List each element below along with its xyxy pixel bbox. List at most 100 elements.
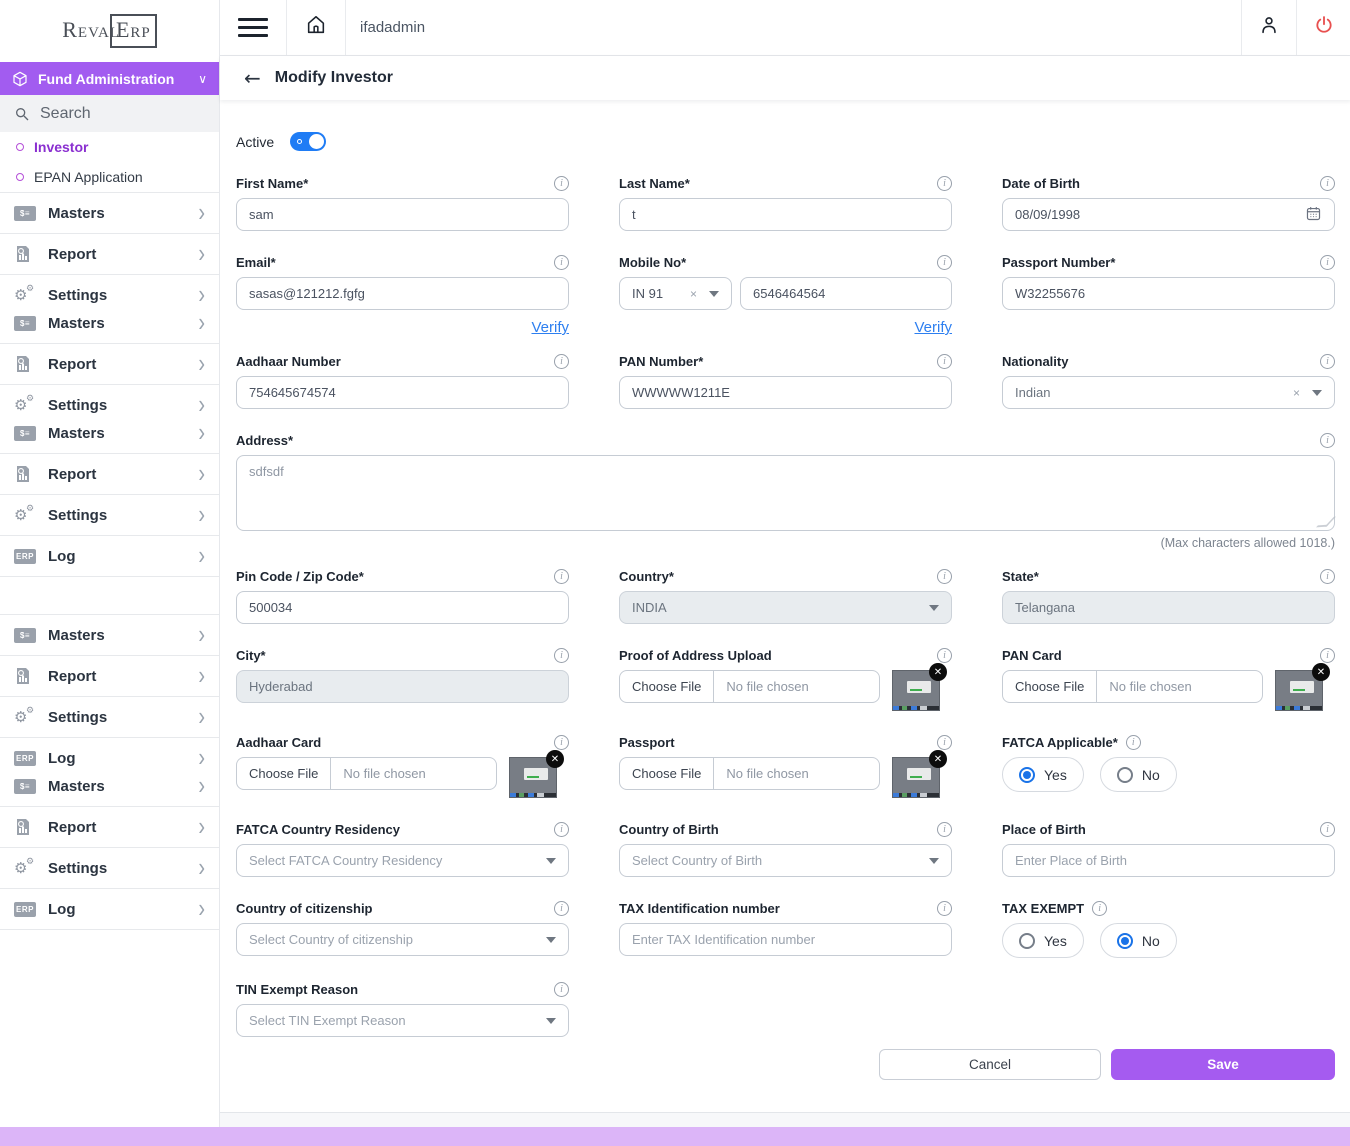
menu-toggle-button[interactable] xyxy=(220,0,287,55)
clear-icon[interactable]: × xyxy=(1293,386,1312,400)
pan-card-thumbnail[interactable]: ✕ xyxy=(1275,670,1323,711)
sidebar-item-report[interactable]: Report› xyxy=(0,460,219,488)
home-button[interactable] xyxy=(287,0,346,55)
pan-number-input[interactable]: WWWWW1211E xyxy=(619,376,952,409)
active-toggle[interactable] xyxy=(290,132,326,151)
clear-icon[interactable]: × xyxy=(690,287,709,301)
back-arrow-icon[interactable]: ← xyxy=(244,68,261,88)
logout-button[interactable] xyxy=(1296,0,1350,55)
address-textarea[interactable]: sdfsdf xyxy=(236,455,1335,531)
info-icon[interactable]: i xyxy=(554,901,569,916)
tin-exempt-select[interactable]: Select TIN Exempt Reason xyxy=(236,1004,569,1037)
sidebar-item-masters[interactable]: $≡Masters› xyxy=(0,199,219,227)
remove-file-icon[interactable]: ✕ xyxy=(929,750,947,768)
dob-input[interactable]: 08/09/1998 xyxy=(1002,198,1335,231)
sidebar-item-settings[interactable]: ⚙⚙Settings› xyxy=(0,854,219,882)
sidebar-item-settings[interactable]: ⚙⚙Settings› xyxy=(0,501,219,529)
info-icon[interactable]: i xyxy=(937,176,952,191)
aadhaar-card-file-input[interactable]: Choose File No file chosen xyxy=(236,757,497,790)
info-icon[interactable]: i xyxy=(937,822,952,837)
city-input[interactable]: Hyderabad xyxy=(236,670,569,703)
sidebar-item-masters[interactable]: $≡Masters› xyxy=(0,772,219,800)
country-code-select[interactable]: IN 91 × xyxy=(619,277,732,310)
sidebar-item-masters[interactable]: $≡Masters› xyxy=(0,419,219,447)
choose-file-button[interactable]: Choose File xyxy=(620,671,714,702)
save-button[interactable]: Save xyxy=(1111,1049,1335,1080)
info-icon[interactable]: i xyxy=(1320,648,1335,663)
sidebar-item-investor[interactable]: Investor xyxy=(0,132,219,162)
aadhaar-number-input[interactable]: 754645674574 xyxy=(236,376,569,409)
sidebar-item-log[interactable]: ERPLog› xyxy=(0,542,219,570)
choose-file-button[interactable]: Choose File xyxy=(620,758,714,789)
sidebar-item-epan-application[interactable]: EPAN Application xyxy=(0,162,219,192)
first-name-input[interactable]: sam xyxy=(236,198,569,231)
sidebar-item-report[interactable]: Report› xyxy=(0,240,219,268)
passport-number-input[interactable]: W32255676 xyxy=(1002,277,1335,310)
passport-thumbnail[interactable]: ✕ xyxy=(892,757,940,798)
sidebar-item-masters[interactable]: $≡Masters› xyxy=(0,621,219,649)
state-input[interactable]: Telangana xyxy=(1002,591,1335,624)
info-icon[interactable]: i xyxy=(554,822,569,837)
sidebar-item-log[interactable]: ERPLog› xyxy=(0,895,219,923)
info-icon[interactable]: i xyxy=(554,982,569,997)
info-icon[interactable]: i xyxy=(554,354,569,369)
profile-button[interactable] xyxy=(1241,0,1296,55)
info-icon[interactable]: i xyxy=(1320,569,1335,584)
info-icon[interactable]: i xyxy=(1320,255,1335,270)
passport-file-input[interactable]: Choose File No file chosen xyxy=(619,757,880,790)
info-icon[interactable]: i xyxy=(937,569,952,584)
email-input[interactable]: sasas@121212.fgfg xyxy=(236,277,569,310)
mobile-verify-link[interactable]: Verify xyxy=(914,319,952,336)
info-icon[interactable]: i xyxy=(937,648,952,663)
country-of-birth-select[interactable]: Select Country of Birth xyxy=(619,844,952,877)
fatca-yes-radio[interactable]: Yes xyxy=(1002,757,1084,792)
pincode-input[interactable]: 500034 xyxy=(236,591,569,624)
proof-of-address-thumbnail[interactable]: ✕ xyxy=(892,670,940,711)
proof-of-address-file-input[interactable]: Choose File No file chosen xyxy=(619,670,880,703)
country-select[interactable]: INDIA xyxy=(619,591,952,624)
tax-exempt-no-radio[interactable]: No xyxy=(1100,923,1177,958)
last-name-input[interactable]: t xyxy=(619,198,952,231)
choose-file-button[interactable]: Choose File xyxy=(237,758,331,789)
info-icon[interactable]: i xyxy=(1320,176,1335,191)
mobile-number-input[interactable]: 6546464564 xyxy=(740,277,952,310)
sidebar-module-header[interactable]: Fund Administration ∨ xyxy=(0,62,219,95)
fatca-country-select[interactable]: Select FATCA Country Residency xyxy=(236,844,569,877)
info-icon[interactable]: i xyxy=(1126,735,1141,750)
info-icon[interactable]: i xyxy=(1320,822,1335,837)
info-icon[interactable]: i xyxy=(1320,354,1335,369)
remove-file-icon[interactable]: ✕ xyxy=(929,663,947,681)
info-icon[interactable]: i xyxy=(554,569,569,584)
info-icon[interactable]: i xyxy=(1320,433,1335,448)
cancel-button[interactable]: Cancel xyxy=(879,1049,1101,1080)
tax-id-input[interactable]: Enter TAX Identification number xyxy=(619,923,952,956)
fatca-no-radio[interactable]: No xyxy=(1100,757,1177,792)
choose-file-button[interactable]: Choose File xyxy=(1003,671,1097,702)
aadhaar-card-thumbnail[interactable]: ✕ xyxy=(509,757,557,798)
sidebar-item-report[interactable]: Report› xyxy=(0,813,219,841)
sidebar-search[interactable]: Search xyxy=(0,95,219,132)
remove-file-icon[interactable]: ✕ xyxy=(546,750,564,768)
citizenship-select[interactable]: Select Country of citizenship xyxy=(236,923,569,956)
sidebar-item-settings[interactable]: ⚙⚙Settings› xyxy=(0,281,219,309)
info-icon[interactable]: i xyxy=(554,255,569,270)
place-of-birth-input[interactable]: Enter Place of Birth xyxy=(1002,844,1335,877)
info-icon[interactable]: i xyxy=(937,354,952,369)
tax-exempt-yes-radio[interactable]: Yes xyxy=(1002,923,1084,958)
sidebar-item-report[interactable]: Report› xyxy=(0,662,219,690)
calendar-icon[interactable] xyxy=(1305,205,1322,225)
info-icon[interactable]: i xyxy=(554,735,569,750)
pan-card-file-input[interactable]: Choose File No file chosen xyxy=(1002,670,1263,703)
info-icon[interactable]: i xyxy=(937,255,952,270)
info-icon[interactable]: i xyxy=(937,735,952,750)
sidebar-item-settings[interactable]: ⚙⚙Settings› xyxy=(0,391,219,419)
nationality-select[interactable]: Indian × xyxy=(1002,376,1335,409)
sidebar-item-report[interactable]: Report› xyxy=(0,350,219,378)
remove-file-icon[interactable]: ✕ xyxy=(1312,663,1330,681)
sidebar-item-masters[interactable]: $≡Masters› xyxy=(0,309,219,337)
info-icon[interactable]: i xyxy=(1092,901,1107,916)
sidebar-item-log[interactable]: ERPLog› xyxy=(0,744,219,772)
info-icon[interactable]: i xyxy=(554,176,569,191)
info-icon[interactable]: i xyxy=(937,901,952,916)
sidebar-item-settings[interactable]: ⚙⚙Settings› xyxy=(0,703,219,731)
